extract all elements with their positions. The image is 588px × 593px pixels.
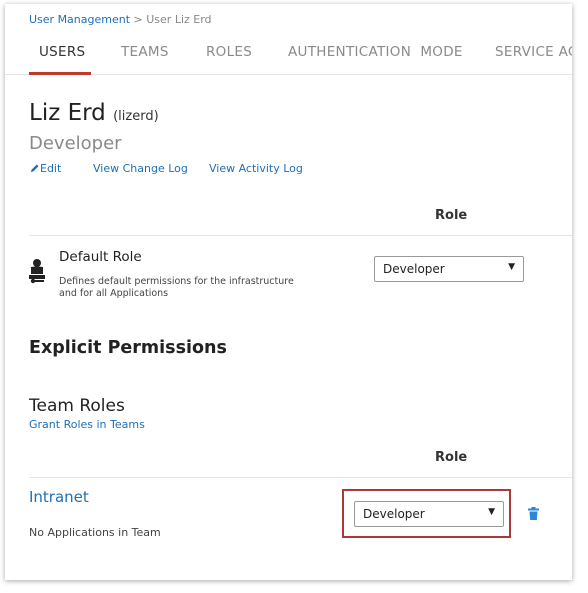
tab-roles[interactable]: ROLES (206, 44, 252, 60)
tab-service-accounts[interactable]: SERVICE ACCO (495, 44, 572, 60)
default-role-column-header: Role (435, 208, 468, 223)
divider (29, 235, 572, 236)
user-display-name: Liz Erd (29, 100, 106, 126)
user-role-subtitle: Developer (29, 133, 122, 154)
user-detail-panel: User Management > User Liz Erd USERS TEA… (5, 4, 572, 580)
edit-link[interactable]: Edit (30, 162, 61, 175)
breadcrumb-current: User Liz Erd (146, 13, 212, 26)
team-role-select[interactable]: Developer ▼ (354, 501, 504, 527)
user-role-icon (29, 259, 45, 284)
tab-bar: USERS TEAMS ROLES AUTHENTICATION MODE SE… (5, 40, 572, 75)
caret-down-icon: ▼ (508, 262, 515, 272)
caret-down-icon: ▼ (488, 507, 495, 517)
view-activity-log-link[interactable]: View Activity Log (209, 162, 303, 175)
view-change-log-link[interactable]: View Change Log (93, 162, 188, 175)
edit-link-label: Edit (40, 162, 62, 175)
team-name-link[interactable]: Intranet (29, 488, 89, 506)
grant-roles-in-teams-link[interactable]: Grant Roles in Teams (29, 418, 145, 431)
default-role-title: Default Role (59, 249, 142, 265)
tab-users[interactable]: USERS (39, 44, 85, 60)
active-tab-indicator (29, 72, 91, 75)
default-role-description: Defines default permissions for the infr… (59, 276, 294, 299)
tab-teams[interactable]: TEAMS (121, 44, 169, 60)
breadcrumb-separator: > (130, 13, 147, 26)
team-roles-heading: Team Roles (29, 396, 125, 416)
team-applications-count: No Applications in Team (29, 526, 161, 539)
team-role-select-value: Developer (363, 507, 425, 521)
default-role-select[interactable]: Developer ▼ (374, 256, 524, 282)
breadcrumb: User Management > User Liz Erd (29, 13, 212, 26)
trash-icon[interactable] (528, 507, 539, 520)
tab-authentication-mode[interactable]: AUTHENTICATION MODE (288, 44, 463, 60)
divider (29, 477, 572, 478)
explicit-permissions-heading: Explicit Permissions (29, 338, 227, 358)
user-login: (lizerd) (113, 109, 159, 124)
default-role-select-value: Developer (383, 262, 445, 276)
breadcrumb-user-management[interactable]: User Management (29, 13, 130, 26)
pencil-icon (31, 164, 39, 172)
user-name-heading: Liz Erd (lizerd) (29, 100, 159, 126)
team-role-column-header: Role (435, 450, 468, 465)
